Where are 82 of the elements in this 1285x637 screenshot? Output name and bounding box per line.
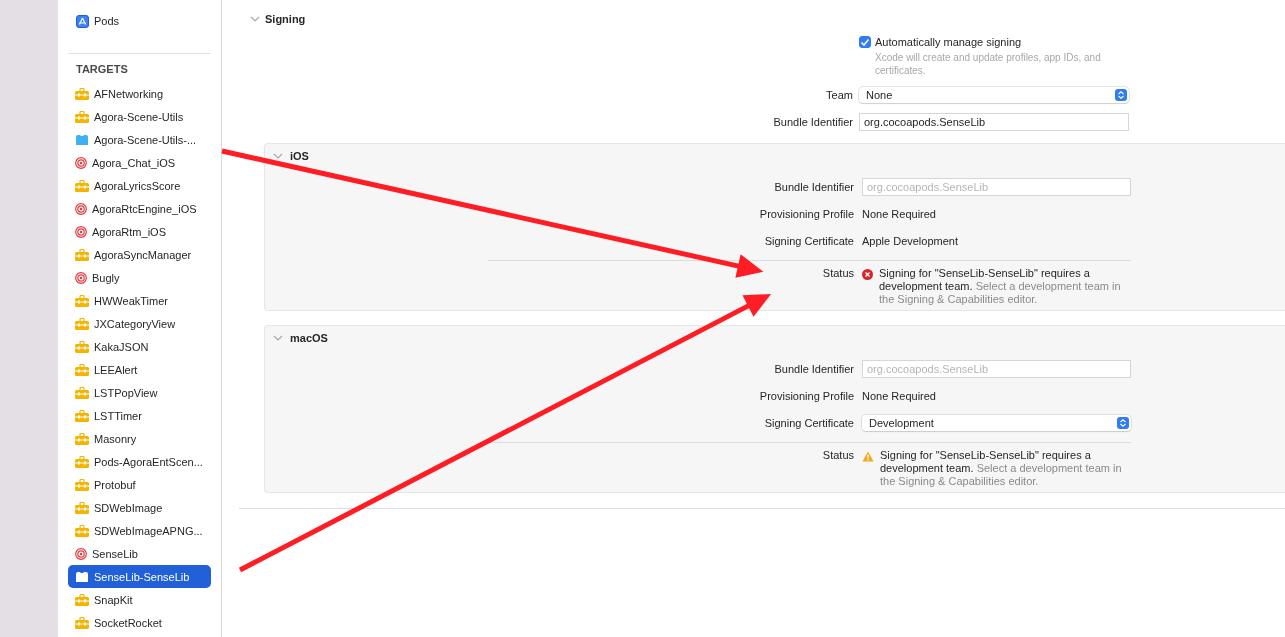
hint-text: Xcode will create and update profiles, app IDs, and certificates. bbox=[875, 51, 1102, 77]
stepper-icon bbox=[1115, 88, 1127, 101]
sidebar-item[interactable]: Agora-Scene-Utils-... bbox=[68, 128, 211, 151]
field-label: Bundle Identifier bbox=[772, 115, 853, 128]
value-text: None Required bbox=[862, 207, 937, 220]
section-title: TARGETS bbox=[76, 62, 129, 76]
popup-button[interactable]: Development bbox=[862, 414, 1131, 431]
text-field[interactable]: org.cocoapods.SenseLib bbox=[862, 359, 1131, 378]
sidebar-item[interactable]: SocketRocket bbox=[68, 611, 211, 634]
sidebar-item[interactable]: Protobuf bbox=[68, 473, 211, 496]
sidebar-item[interactable]: AgoraSyncManager bbox=[68, 243, 211, 266]
toolbox-icon bbox=[75, 409, 89, 422]
status-message: Signing for "SenseLib-SenseLib" requires a development team. Select a development team in the Signing & Capabilities editor. bbox=[880, 449, 1123, 488]
sidebar-item[interactable]: SDWebImage bbox=[68, 496, 211, 519]
project-item[interactable]: Pods bbox=[94, 14, 120, 28]
field-label: Signing Certificate bbox=[763, 234, 854, 247]
toolbox-icon bbox=[75, 616, 89, 629]
target-icon bbox=[75, 271, 87, 284]
toolbox-icon bbox=[75, 501, 89, 514]
toolbox-icon bbox=[75, 248, 89, 261]
text-field[interactable]: org.cocoapods.SenseLib bbox=[862, 177, 1131, 196]
sidebar-item[interactable]: Masonry bbox=[68, 427, 211, 450]
sidebar-item[interactable]: AgoraRtm_iOS bbox=[68, 220, 211, 243]
bundle-icon bbox=[75, 133, 89, 146]
stepper-icon bbox=[1117, 416, 1129, 429]
project-icon bbox=[76, 14, 89, 28]
toolbox-icon bbox=[75, 386, 89, 399]
chevron-icon[interactable] bbox=[273, 334, 283, 342]
sidebar-item[interactable]: SDWebImageAPNG... bbox=[68, 519, 211, 542]
field-label: Provisioning Profile bbox=[758, 207, 854, 220]
checkbox[interactable] bbox=[859, 36, 871, 48]
chevron-icon[interactable] bbox=[250, 15, 260, 23]
value-text: None Required bbox=[862, 389, 937, 402]
sidebar-item[interactable]: AgoraLyricsScore bbox=[68, 174, 211, 197]
toolbox-icon bbox=[75, 294, 89, 307]
chevron-icon[interactable] bbox=[273, 152, 283, 160]
panel-title: iOS bbox=[290, 150, 309, 162]
sidebar-item[interactable]: AFNetworking bbox=[68, 82, 211, 105]
sidebar-item[interactable]: AgoraRtcEngine_iOS bbox=[68, 197, 211, 220]
sidebar-item[interactable]: SenseLib-SenseLib bbox=[68, 565, 211, 588]
toolbox-icon bbox=[75, 87, 89, 100]
popup-button[interactable]: None bbox=[859, 86, 1129, 103]
bundle-icon bbox=[75, 570, 89, 583]
field-label: Bundle Identifier bbox=[773, 180, 854, 193]
sidebar-item[interactable]: SnapKit bbox=[68, 588, 211, 611]
text-field[interactable]: org.cocoapods.SenseLib bbox=[859, 112, 1129, 131]
section-title: Signing bbox=[265, 13, 306, 25]
target-icon bbox=[75, 547, 87, 560]
sidebar-item[interactable]: LEEAlert bbox=[68, 358, 211, 381]
sidebar-item[interactable]: LSTPopView bbox=[68, 381, 211, 404]
sidebar-item[interactable]: SenseLib bbox=[68, 542, 211, 565]
target-icon bbox=[75, 202, 87, 215]
toolbox-icon bbox=[75, 478, 89, 491]
value-text: Apple Development bbox=[862, 234, 959, 247]
toolbox-icon bbox=[75, 524, 89, 537]
sidebar-item[interactable]: LSTTimer bbox=[68, 404, 211, 427]
toolbox-icon bbox=[75, 455, 89, 468]
toolbox-icon bbox=[75, 110, 89, 123]
panel-title: macOS bbox=[290, 332, 328, 344]
target-icon bbox=[75, 156, 87, 169]
toolbox-icon bbox=[75, 317, 89, 330]
toolbox-icon bbox=[75, 340, 89, 353]
status-message: Signing for "SenseLib-SenseLib" requires a development team. Select a development team in the Signing & Capabilities editor. bbox=[879, 267, 1122, 306]
toolbox-icon bbox=[75, 432, 89, 445]
field-label: Status bbox=[821, 449, 854, 461]
sidebar-item[interactable]: KakaJSON bbox=[68, 335, 211, 358]
checkbox-label[interactable]: Automatically manage signing bbox=[875, 36, 1022, 48]
sidebar-item[interactable]: JXCategoryView bbox=[68, 312, 211, 335]
sidebar-item[interactable]: Agora-Scene-Utils bbox=[68, 105, 211, 128]
toolbox-icon bbox=[75, 179, 89, 192]
field-label: Status bbox=[821, 267, 854, 279]
sidebar-item[interactable]: Bugly bbox=[68, 266, 211, 289]
target-icon bbox=[75, 225, 87, 238]
sidebar-item[interactable]: Pods-AgoraEntScen... bbox=[68, 450, 211, 473]
sidebar-item[interactable]: HWWeakTimer bbox=[68, 289, 211, 312]
field-label: Provisioning Profile bbox=[758, 389, 854, 402]
sidebar-item[interactable]: Agora_Chat_iOS bbox=[68, 151, 211, 174]
toolbox-icon bbox=[75, 363, 89, 376]
field-label: Signing Certificate bbox=[763, 416, 854, 429]
field-label: Team bbox=[825, 88, 853, 101]
field-label: Bundle Identifier bbox=[773, 362, 854, 375]
toolbox-icon bbox=[75, 593, 89, 606]
